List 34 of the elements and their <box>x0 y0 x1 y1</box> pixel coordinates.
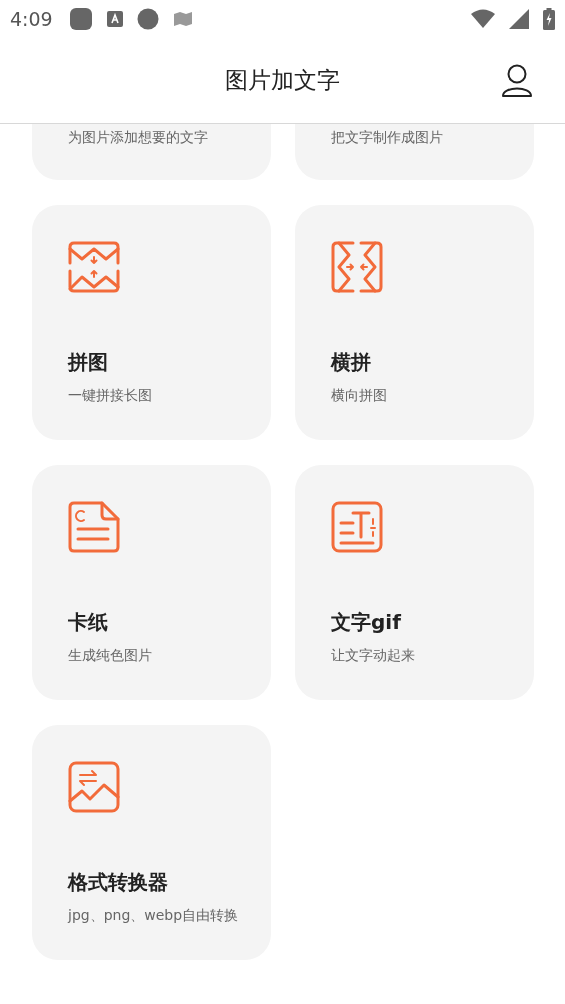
tool-card[interactable]: 文字gif 让文字动起来 <box>295 465 534 700</box>
tool-card[interactable]: 格式转换器 jpg、png、webp自由转换 <box>32 725 271 960</box>
tool-description: 为图片添加想要的文字 <box>68 128 209 147</box>
circle-icon <box>136 8 159 30</box>
signal-icon <box>509 9 529 29</box>
tool-title: 文字gif <box>331 609 402 635</box>
wifi-icon <box>471 9 495 29</box>
tool-card[interactable]: 横拼 横向拼图 <box>295 205 534 440</box>
app-icon <box>106 11 123 27</box>
page-title: 图片加文字 <box>225 66 340 95</box>
text-gif-icon <box>331 501 383 553</box>
tool-description: 横向拼图 <box>331 386 388 405</box>
tool-card[interactable]: 拼图 一键拼接长图 <box>32 205 271 440</box>
horizontal-stitch-icon <box>331 241 383 293</box>
battery-icon <box>543 8 555 30</box>
document-icon <box>68 501 120 553</box>
app-icon <box>68 7 93 31</box>
tool-title: 横拼 <box>331 349 372 375</box>
tool-description: 让文字动起来 <box>331 646 416 665</box>
tool-description: jpg、png、webp自由转换 <box>68 906 240 925</box>
tool-card[interactable]: 把文字制作成图片 <box>295 124 534 180</box>
tool-card[interactable]: 卡纸 生成纯色图片 <box>32 465 271 700</box>
user-icon[interactable] <box>501 63 533 98</box>
status-time: 4:09 <box>10 8 53 30</box>
tool-description: 把文字制作成图片 <box>331 128 444 147</box>
tool-title: 格式转换器 <box>68 869 169 895</box>
image-convert-icon <box>68 761 120 813</box>
tool-title: 拼图 <box>68 349 109 375</box>
tool-description: 一键拼接长图 <box>68 386 153 405</box>
picture-stitch-icon <box>68 241 120 293</box>
map-icon <box>172 11 193 27</box>
tool-card[interactable]: 为图片添加想要的文字 <box>32 124 271 180</box>
tool-title: 卡纸 <box>68 609 109 635</box>
tool-description: 生成纯色图片 <box>68 646 153 665</box>
